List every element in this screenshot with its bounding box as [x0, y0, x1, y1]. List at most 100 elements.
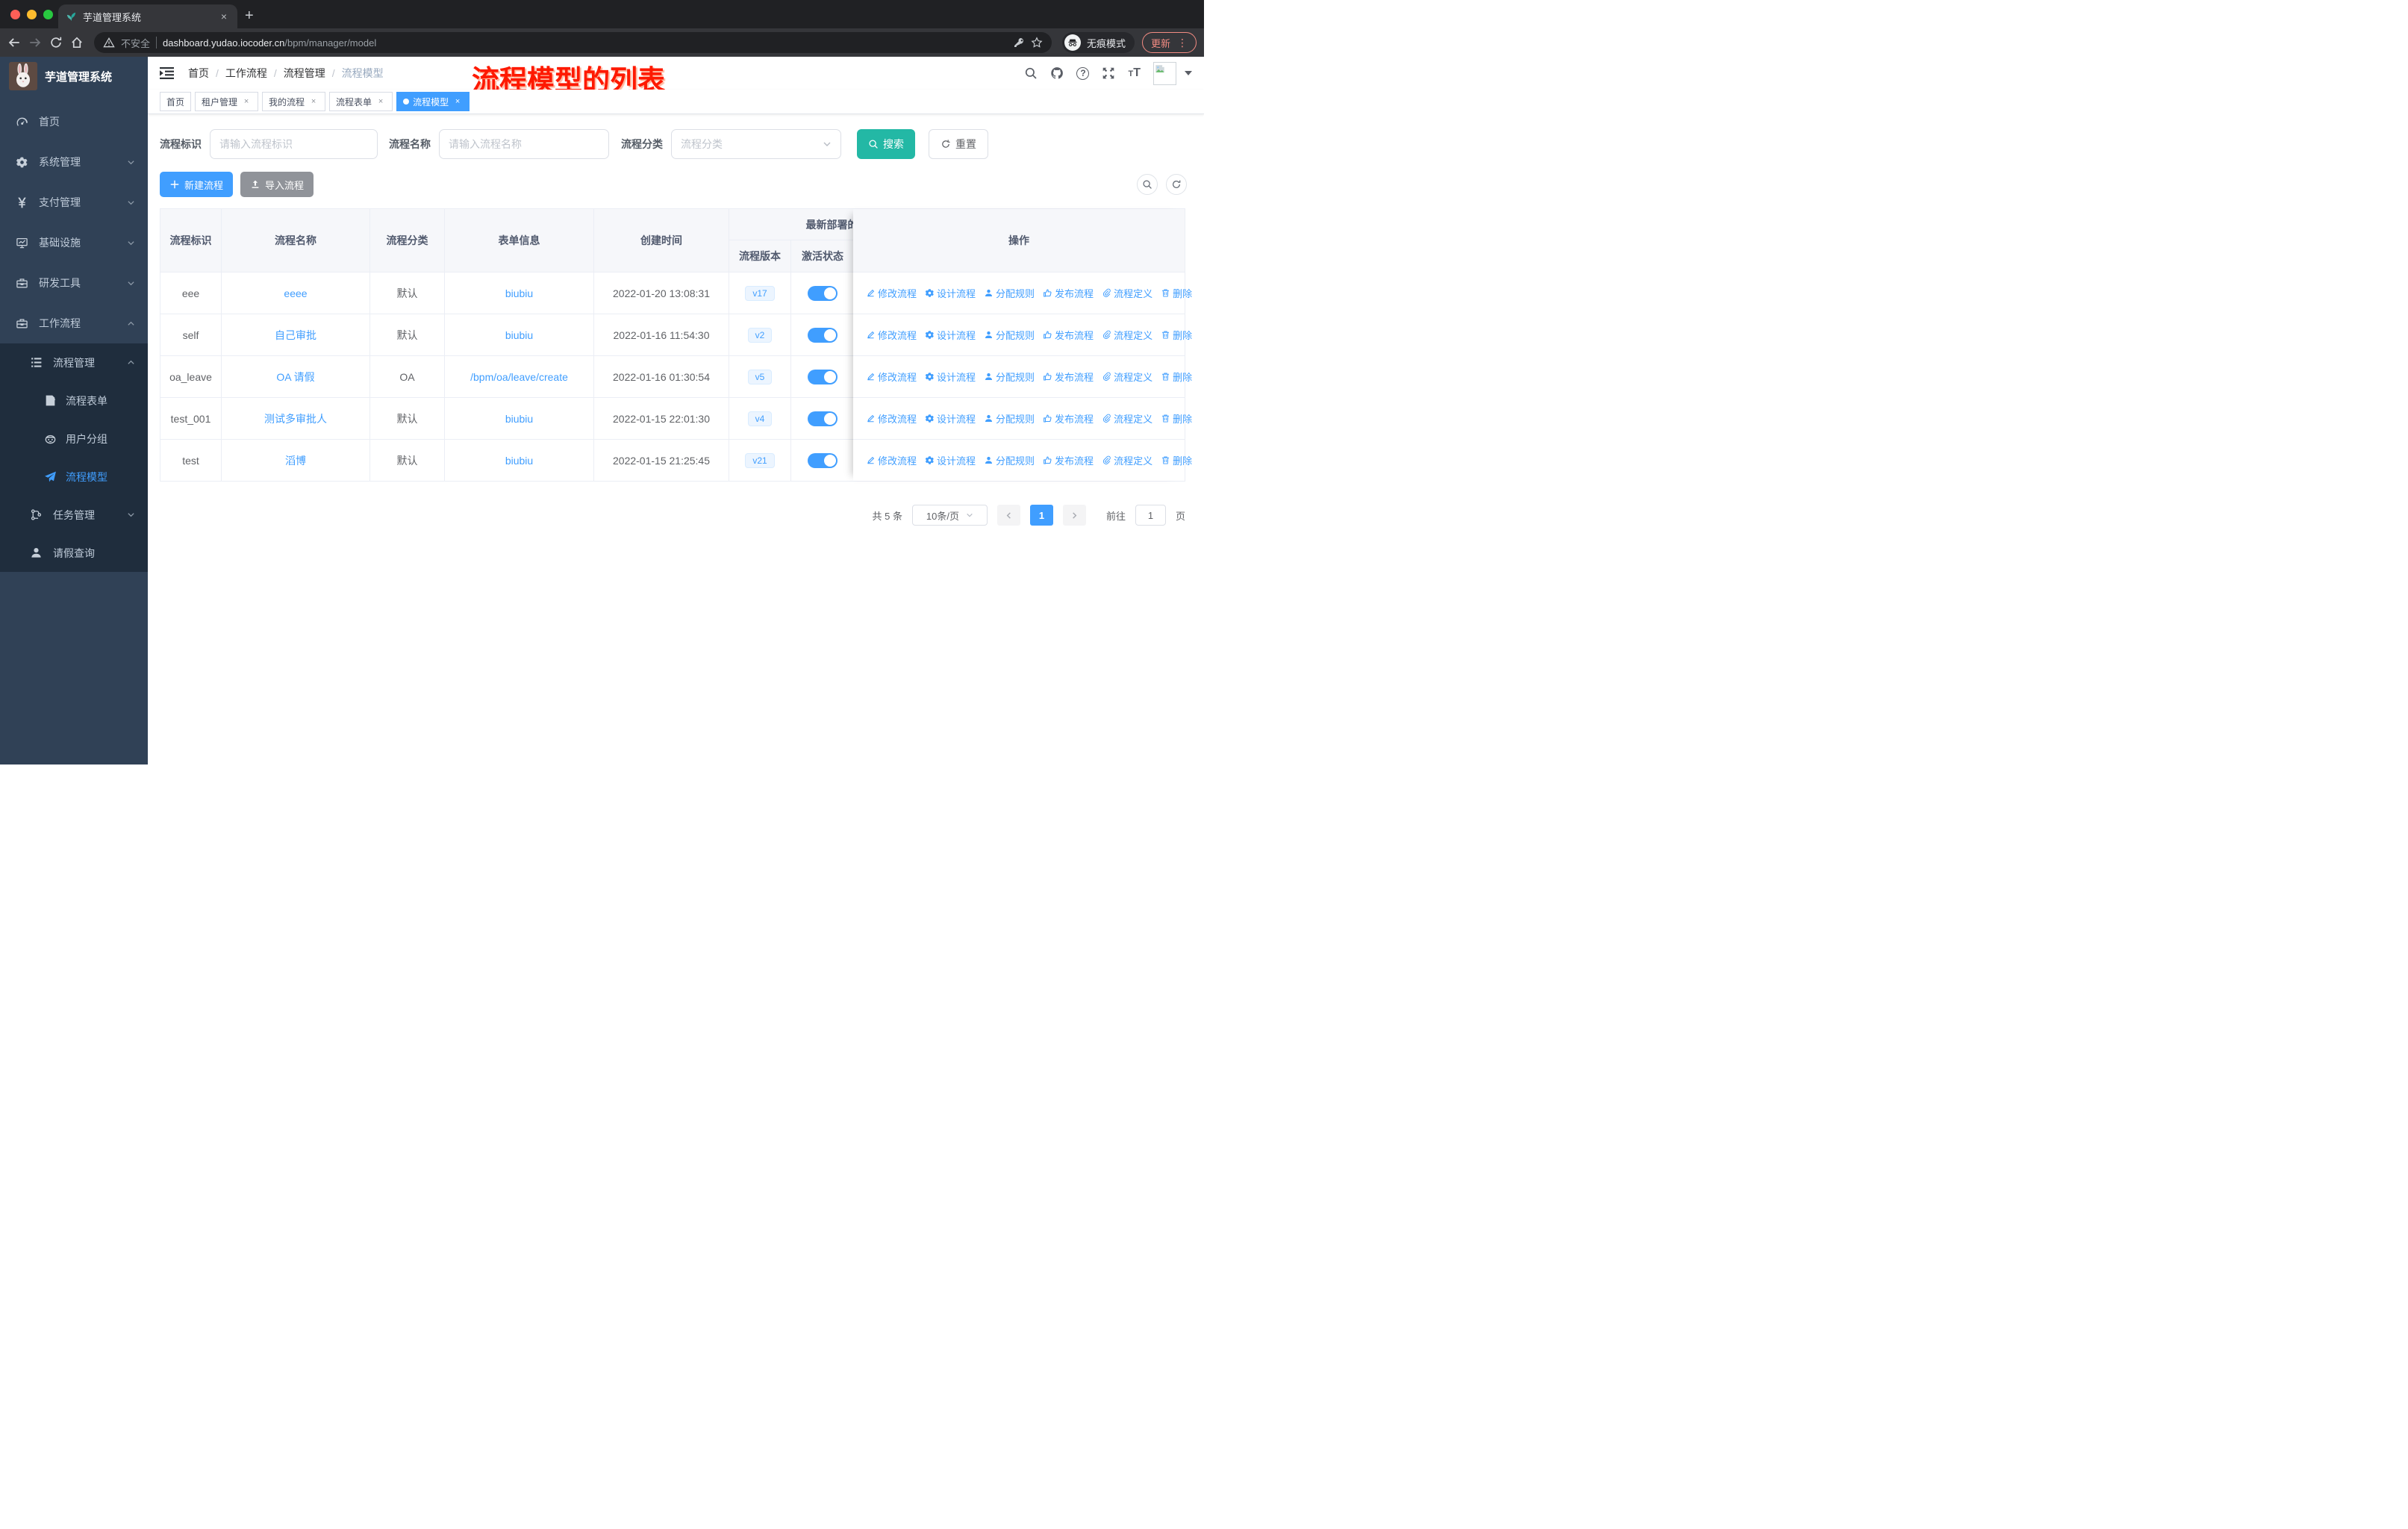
sidebar-item-leave-query[interactable]: 请假查询 — [0, 534, 148, 572]
process-name-input[interactable] — [439, 129, 609, 159]
window-controls[interactable] — [10, 10, 53, 19]
avatar[interactable] — [1153, 61, 1176, 85]
action-发布流程[interactable]: 发布流程 — [1043, 286, 1094, 300]
action-设计流程[interactable]: 设计流程 — [925, 286, 976, 300]
browser-tab[interactable]: 芋道管理系统 × — [58, 4, 237, 28]
help-icon[interactable]: ? — [1076, 66, 1090, 80]
avatar-caret-icon[interactable] — [1185, 71, 1192, 75]
active-switch[interactable] — [808, 285, 838, 301]
action-删除[interactable]: 删除 — [1161, 453, 1192, 467]
active-switch[interactable] — [808, 452, 838, 468]
action-修改流程[interactable]: 修改流程 — [866, 411, 917, 426]
process-name-link[interactable]: OA 请假 — [276, 370, 314, 384]
tab-close-icon[interactable]: × — [218, 10, 230, 22]
font-size-icon[interactable]: TT — [1128, 66, 1141, 80]
breadcrumb-item[interactable]: 工作流程 — [225, 66, 267, 81]
action-设计流程[interactable]: 设计流程 — [925, 411, 976, 426]
browser-menu-icon[interactable]: ⋮ — [1177, 37, 1188, 48]
maximize-window-button[interactable] — [43, 10, 53, 19]
form-info-link[interactable]: biubiu — [505, 455, 533, 467]
collapse-sidebar-icon[interactable] — [160, 67, 174, 79]
action-发布流程[interactable]: 发布流程 — [1043, 411, 1094, 426]
minimize-window-button[interactable] — [27, 10, 37, 19]
action-分配规则[interactable]: 分配规则 — [984, 328, 1035, 342]
search-icon[interactable] — [1024, 66, 1038, 80]
action-设计流程[interactable]: 设计流程 — [925, 370, 976, 384]
action-删除[interactable]: 删除 — [1161, 328, 1192, 342]
active-switch[interactable] — [808, 411, 838, 426]
bookmark-star-icon[interactable] — [1031, 37, 1043, 49]
key-icon[interactable] — [1013, 37, 1025, 49]
action-流程定义[interactable]: 流程定义 — [1102, 411, 1152, 426]
action-分配规则[interactable]: 分配规则 — [984, 370, 1035, 384]
github-icon[interactable] — [1050, 66, 1064, 80]
active-switch[interactable] — [808, 369, 838, 384]
action-删除[interactable]: 删除 — [1161, 286, 1192, 300]
reload-icon[interactable] — [49, 36, 63, 49]
goto-page-input[interactable] — [1135, 505, 1166, 526]
search-button[interactable]: 搜索 — [857, 129, 915, 159]
breadcrumb-item[interactable]: 首页 — [188, 66, 209, 81]
sidebar-item-home[interactable]: 首页 — [0, 102, 148, 142]
fullscreen-icon[interactable] — [1102, 66, 1115, 80]
browser-update-button[interactable]: 更新 ⋮ — [1141, 32, 1197, 53]
form-info-link[interactable]: biubiu — [505, 329, 533, 341]
close-window-button[interactable] — [10, 10, 20, 19]
current-page-button[interactable]: 1 — [1029, 505, 1053, 526]
sidebar-item-user-group[interactable]: 用户分组 — [0, 420, 148, 458]
forward-icon[interactable] — [28, 36, 42, 49]
reset-button[interactable]: 重置 — [929, 129, 988, 159]
sidebar-item-process-manage[interactable]: 流程管理 — [0, 343, 148, 382]
close-icon[interactable]: × — [308, 97, 319, 106]
process-name-link[interactable]: 滔博 — [285, 453, 306, 468]
page-size-select[interactable]: 10条/页 — [911, 505, 988, 526]
home-icon[interactable] — [70, 36, 84, 49]
process-category-select[interactable]: 流程分类 — [671, 129, 841, 159]
action-修改流程[interactable]: 修改流程 — [866, 370, 917, 384]
action-删除[interactable]: 删除 — [1161, 370, 1192, 384]
sidebar-item-system[interactable]: 系统管理 — [0, 142, 148, 182]
next-page-button chevron-right-icon[interactable] — [1062, 505, 1086, 526]
close-icon[interactable]: × — [452, 97, 463, 106]
process-name-link[interactable]: 自己审批 — [275, 328, 316, 343]
action-分配规则[interactable]: 分配规则 — [984, 411, 1035, 426]
form-info-link[interactable]: /bpm/oa/leave/create — [470, 371, 568, 383]
tag-流程表单[interactable]: 流程表单 × — [329, 92, 393, 111]
toggle-search-button search-icon[interactable] — [1137, 174, 1158, 195]
action-流程定义[interactable]: 流程定义 — [1102, 453, 1152, 467]
process-name-link[interactable]: eeee — [284, 287, 307, 299]
prev-page-button chevron-left-icon[interactable] — [996, 505, 1020, 526]
sidebar-item-devtools[interactable]: 研发工具 — [0, 263, 148, 303]
sidebar-item-payment[interactable]: 支付管理 — [0, 182, 148, 222]
action-修改流程[interactable]: 修改流程 — [866, 328, 917, 342]
address-bar[interactable]: 不安全 dashboard.yudao.iocoder.cn/bpm/manag… — [94, 32, 1052, 53]
action-分配规则[interactable]: 分配规则 — [984, 453, 1035, 467]
tag-租户管理[interactable]: 租户管理 × — [195, 92, 259, 111]
tag-我的流程[interactable]: 我的流程 × — [262, 92, 326, 111]
close-icon[interactable]: × — [241, 97, 252, 106]
update-label[interactable]: 更新 — [1151, 36, 1170, 50]
sidebar-logo[interactable]: 芋道管理系统 — [0, 57, 148, 96]
action-设计流程[interactable]: 设计流程 — [925, 453, 976, 467]
action-修改流程[interactable]: 修改流程 — [866, 453, 917, 467]
sidebar-item-task-manage[interactable]: 任务管理 — [0, 496, 148, 534]
action-修改流程[interactable]: 修改流程 — [866, 286, 917, 300]
new-tab-button[interactable]: + — [245, 8, 254, 23]
action-流程定义[interactable]: 流程定义 — [1102, 286, 1152, 300]
sidebar-item-infra[interactable]: 基础设施 — [0, 222, 148, 263]
process-id-input[interactable] — [210, 129, 378, 159]
action-设计流程[interactable]: 设计流程 — [925, 328, 976, 342]
sidebar-item-process-model[interactable]: 流程模型 — [0, 458, 148, 496]
action-发布流程[interactable]: 发布流程 — [1043, 328, 1094, 342]
create-process-button[interactable]: 新建流程 — [160, 172, 234, 197]
sidebar-item-process-form[interactable]: 流程表单 — [0, 382, 148, 420]
sidebar-item-workflow[interactable]: 工作流程 — [0, 303, 148, 343]
action-发布流程[interactable]: 发布流程 — [1043, 370, 1094, 384]
form-info-link[interactable]: biubiu — [505, 287, 533, 299]
action-流程定义[interactable]: 流程定义 — [1102, 328, 1152, 342]
action-删除[interactable]: 删除 — [1161, 411, 1192, 426]
action-分配规则[interactable]: 分配规则 — [984, 286, 1035, 300]
active-switch[interactable] — [808, 327, 838, 343]
tag-首页[interactable]: 首页 — [160, 92, 192, 111]
action-流程定义[interactable]: 流程定义 — [1102, 370, 1152, 384]
